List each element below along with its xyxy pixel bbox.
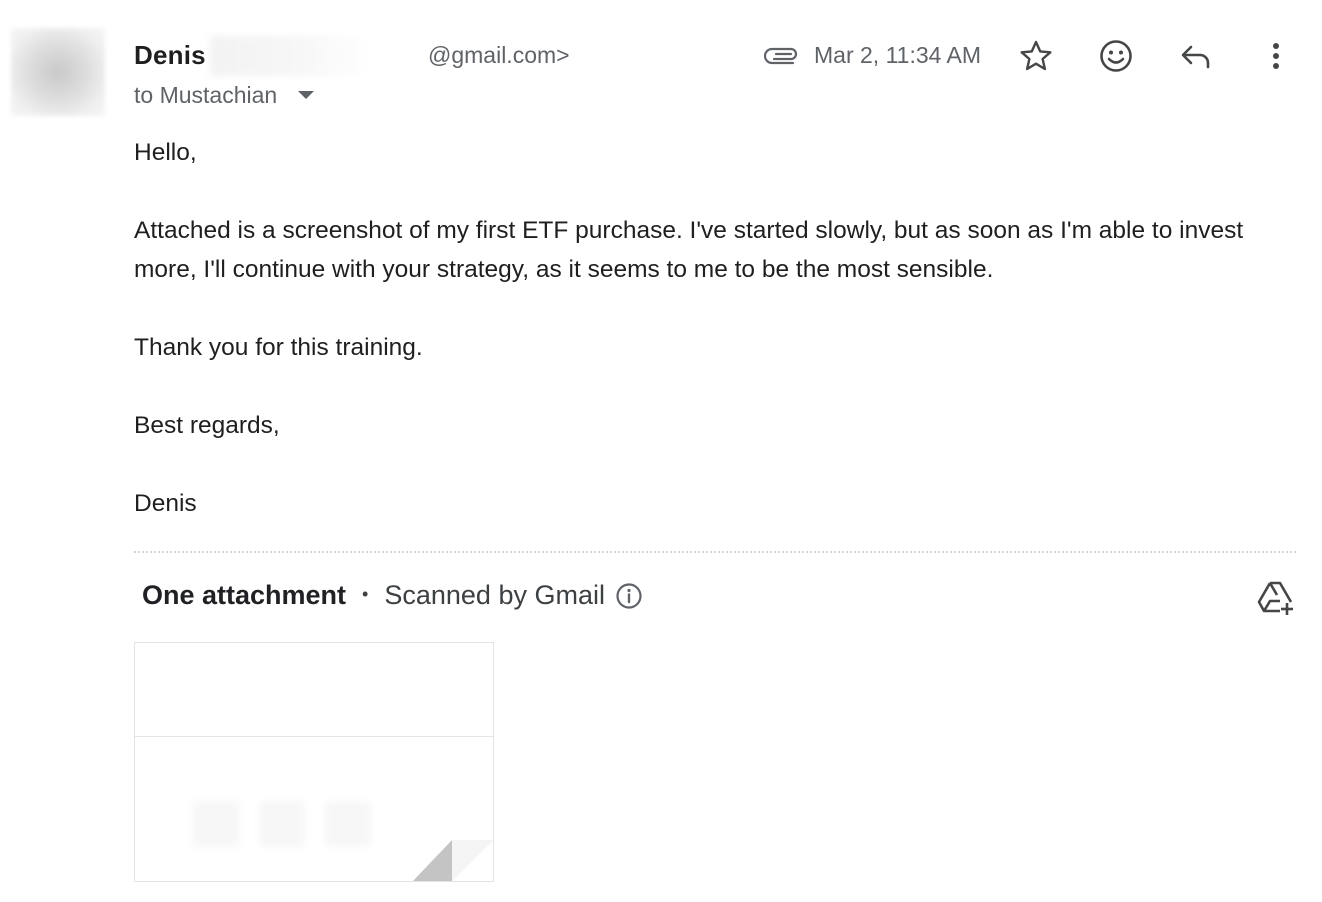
star-button[interactable] <box>1016 36 1056 76</box>
thumbnail-placeholder <box>193 801 239 847</box>
recipient-label: to Mustachian <box>134 82 278 108</box>
scanned-by-label: Scanned by Gmail <box>384 580 605 610</box>
attachment-divider <box>134 551 1296 553</box>
message-paragraph: Attached is a screenshot of my first ETF… <box>134 217 1244 283</box>
attachment-header: One attachment • Scanned by Gmail <box>142 580 643 611</box>
chevron-down-icon[interactable] <box>297 90 314 99</box>
more-vert-icon <box>1273 43 1279 69</box>
star-icon <box>1020 40 1052 71</box>
sender-email: @gmail.com> <box>428 42 570 68</box>
message-body: Hello, Attached is a screenshot of my fi… <box>134 133 1274 562</box>
attachment-count-label: One attachment <box>142 580 347 610</box>
message-paragraph: Best regards, <box>134 412 280 439</box>
recipient-details-toggle[interactable]: to Mustachian <box>134 82 314 109</box>
page-fold-icon <box>412 840 493 881</box>
sender-name[interactable]: Denis <box>134 40 206 71</box>
info-icon[interactable] <box>615 582 643 610</box>
thumbnail-separator <box>135 736 493 737</box>
thumbnail-placeholder <box>259 801 305 847</box>
reply-icon <box>1181 45 1210 69</box>
avatar[interactable] <box>11 28 105 116</box>
redacted-email-blur <box>210 36 360 76</box>
message-paragraph: Denis <box>134 490 197 517</box>
message-paragraph: Hello, <box>134 139 197 166</box>
more-options-button[interactable] <box>1256 36 1296 76</box>
reply-button[interactable] <box>1176 36 1216 76</box>
emoji-icon <box>1100 40 1132 72</box>
attachment-thumbnail[interactable] <box>134 642 494 882</box>
attachment-clip-icon <box>764 47 798 65</box>
message-paragraph: Thank you for this training. <box>134 334 423 361</box>
thumbnail-placeholder <box>325 801 371 847</box>
add-reaction-button[interactable] <box>1096 36 1136 76</box>
add-to-drive-icon[interactable] <box>1256 578 1296 616</box>
message-timestamp: Mar 2, 11:34 AM <box>814 42 982 68</box>
separator-dot: • <box>362 584 369 604</box>
